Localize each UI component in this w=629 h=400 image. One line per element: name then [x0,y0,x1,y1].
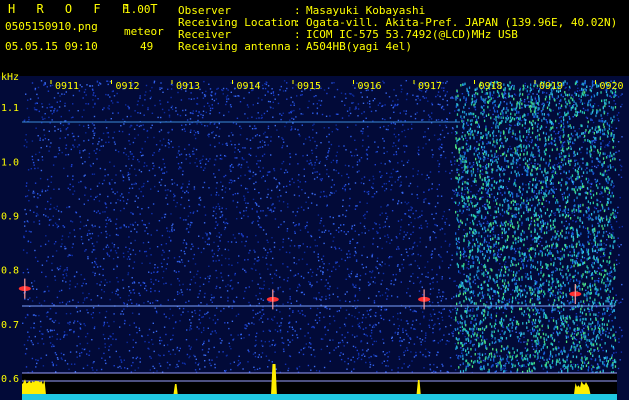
freq-label-4: 0.7 [1,320,19,331]
freq-label-5: 0.6 [1,374,19,385]
time-label-0915: 0915 [297,81,321,92]
freq-label-1: 1.0 [1,157,19,168]
freq-label-3: 0.8 [1,266,19,277]
trace-baseline-band [22,394,617,400]
meteor-count: 49 [140,40,154,53]
time-label-0919: 0919 [539,81,563,92]
time-label-0914: 0914 [237,81,261,92]
meteor-label: meteor [124,25,164,38]
time-label-0913: 0913 [176,81,200,92]
time-label-0911: 0911 [55,81,79,92]
freq-label-0: 1.1 [1,103,19,114]
date-time: 05.05.15 09:10 [5,40,98,53]
header: H R O F F T 1.00 0505150910.png meteor 0… [0,0,629,76]
time-label-0917: 0917 [418,81,442,92]
spectrogram-plot: 1.1 1.0 0.9 0.8 0.7 0.6 0911 0912 0913 0914 0915 09… [0,76,629,400]
interference-band [455,80,617,375]
time-label-0912: 0912 [116,81,140,92]
time-label-0918: 0918 [479,81,503,92]
spectrogram-svg: 1.1 1.0 0.9 0.8 0.7 0.6 0911 0912 0913 0914 0915 09… [1,80,624,400]
time-label-0920: 0920 [600,81,624,92]
unit-label: kHz [1,72,20,83]
freq-label-2: 0.9 [1,212,19,223]
app-version: 1.00 [124,3,151,16]
time-label-0916: 0916 [358,81,382,92]
info-row-antenna: Receiving antenna: A504HB(yagi 4el) [178,40,412,53]
file-name: 0505150910.png [5,20,98,33]
